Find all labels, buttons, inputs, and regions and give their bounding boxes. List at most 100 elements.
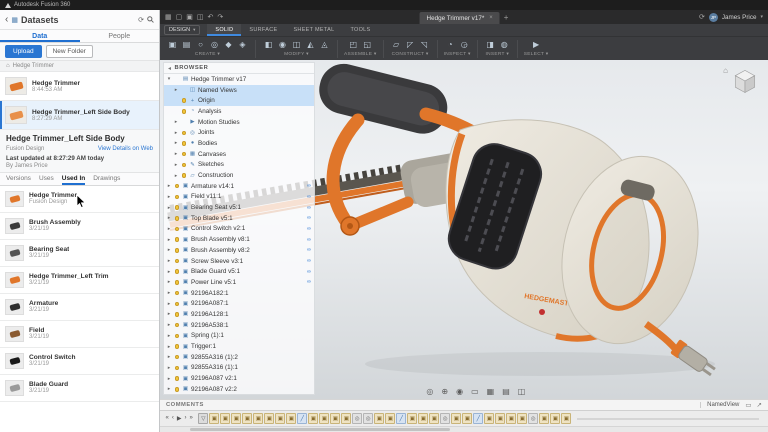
timeline-feature-icon[interactable]: ▣ xyxy=(462,413,472,424)
timeline-feature-icon[interactable]: ▣ xyxy=(495,413,505,424)
create-form-icon[interactable]: ◆ xyxy=(222,38,235,51)
insert-mesh-icon[interactable]: ◨ xyxy=(484,38,497,51)
timeline-track[interactable] xyxy=(577,418,759,420)
timeline-feature-icon[interactable]: ▣ xyxy=(286,413,296,424)
timeline-feature-icon[interactable]: ▣ xyxy=(209,413,219,424)
timeline-feature-icon[interactable]: ◎ xyxy=(352,413,362,424)
visibility-bulb-icon[interactable] xyxy=(182,152,187,157)
visibility-bulb-icon[interactable] xyxy=(175,312,180,317)
used-in-item[interactable]: Armature3/21/19 xyxy=(0,294,159,321)
fit-icon[interactable]: ▭ xyxy=(471,388,479,396)
expand-arrow-icon[interactable]: ▸ xyxy=(166,322,172,328)
expand-arrow-icon[interactable]: ▸ xyxy=(173,119,179,125)
detail-tab-versions[interactable]: Versions xyxy=(6,173,31,185)
expand-arrow-icon[interactable]: ▸ xyxy=(166,376,172,382)
browser-tree-row[interactable]: ▸▣92196A538:1 xyxy=(164,320,314,331)
orbit-icon[interactable]: ◎ xyxy=(426,388,433,396)
expand-arrow-icon[interactable]: ▸ xyxy=(166,258,172,264)
grid-settings-icon[interactable]: ▤ xyxy=(502,388,510,396)
expand-arrow-icon[interactable]: ▸ xyxy=(166,194,172,200)
undo-icon[interactable]: ↶ xyxy=(208,14,214,21)
new-folder-button[interactable]: New Folder xyxy=(46,45,93,58)
browser-tree-row[interactable]: ▸▣Screw Sleeve v3:1∞ xyxy=(164,256,314,267)
section-analysis-icon[interactable]: ◶ xyxy=(458,38,471,51)
timeline-feature-icon[interactable]: ▣ xyxy=(451,413,461,424)
expand-arrow-icon[interactable]: ▸ xyxy=(173,151,179,157)
expand-icon[interactable]: ↗ xyxy=(757,401,762,409)
save-icon[interactable]: ◫ xyxy=(197,14,204,21)
timeline-feature-icon[interactable]: ▣ xyxy=(319,413,329,424)
expand-arrow-icon[interactable]: ▸ xyxy=(166,354,172,360)
create-box-icon[interactable]: ▤ xyxy=(180,38,193,51)
document-tab[interactable]: Hedge Trimmer v17* × xyxy=(420,12,500,24)
visibility-bulb-icon[interactable] xyxy=(175,376,180,381)
timeline-feature-icon[interactable]: ▣ xyxy=(330,413,340,424)
browser-tree-row[interactable]: ▸▣Field v11:1∞ xyxy=(164,192,314,203)
ribbon-group-label[interactable]: MODIFY ▾ xyxy=(284,52,309,57)
viewcube[interactable]: ⌂ xyxy=(723,66,760,96)
timeline-feature-icon[interactable]: ▣ xyxy=(506,413,516,424)
expand-arrow-icon[interactable]: ▸ xyxy=(166,301,172,307)
used-in-item[interactable]: Blade Guard3/21/19 xyxy=(0,375,159,402)
visibility-bulb-icon[interactable] xyxy=(182,131,187,136)
visibility-bulb-icon[interactable] xyxy=(175,302,180,307)
ribbon-group-label[interactable]: INSERT ▾ xyxy=(485,52,509,57)
shell-icon[interactable]: ◫ xyxy=(290,38,303,51)
expand-arrow-icon[interactable]: ▸ xyxy=(166,290,172,296)
visibility-bulb-icon[interactable] xyxy=(175,205,180,210)
visibility-bulb-icon[interactable] xyxy=(175,323,180,328)
ribbon-group-label[interactable]: ASSEMBLE ▾ xyxy=(344,52,377,57)
axis-icon[interactable]: ◸ xyxy=(404,38,417,51)
visibility-bulb-icon[interactable] xyxy=(175,259,180,264)
redo-icon[interactable]: ↷ xyxy=(217,14,223,21)
point-icon[interactable]: ◹ xyxy=(418,38,431,51)
timeline-feature-icon[interactable]: ▽ xyxy=(198,413,208,424)
combine-icon[interactable]: ◭ xyxy=(304,38,317,51)
expand-arrow-icon[interactable]: ▸ xyxy=(166,247,172,253)
timeline-feature-icon[interactable]: ▣ xyxy=(561,413,571,424)
go-to-end-icon[interactable]: » xyxy=(188,415,194,422)
file-new-icon[interactable]: ▢ xyxy=(176,14,183,21)
timeline-feature-icon[interactable]: ▣ xyxy=(517,413,527,424)
dataset-item[interactable]: Hedge Trimmer_Left Side Body8:27:29 AM xyxy=(0,101,159,130)
new-component-icon[interactable]: ▣ xyxy=(166,38,179,51)
tab-people[interactable]: People xyxy=(80,30,160,42)
avatar[interactable]: JP xyxy=(709,13,718,22)
expand-arrow-icon[interactable]: ▸ xyxy=(166,226,172,232)
timeline-feature-icon[interactable]: ╱ xyxy=(473,413,483,424)
visibility-bulb-icon[interactable] xyxy=(175,195,180,200)
used-in-item[interactable]: Brush Assembly3/21/19 xyxy=(0,213,159,240)
visibility-bulb-icon[interactable] xyxy=(182,98,187,103)
visibility-bulb-icon[interactable] xyxy=(182,109,187,114)
search-icon[interactable] xyxy=(147,16,154,23)
joint-icon[interactable]: ◱ xyxy=(361,38,374,51)
timeline-feature-icon[interactable]: ▣ xyxy=(374,413,384,424)
tab-data[interactable]: Data xyxy=(0,30,80,42)
expand-arrow-icon[interactable]: ▸ xyxy=(166,279,172,285)
browser-tree-row[interactable]: ▸▣Control Switch v2:1∞ xyxy=(164,224,314,235)
expand-arrow-icon[interactable]: ▸ xyxy=(166,311,172,317)
dataset-item[interactable]: Hedge Trimmer8:44:53 AM xyxy=(0,72,159,101)
design-dropdown[interactable]: DESIGN ▾ xyxy=(164,25,200,35)
used-in-item[interactable]: Bearing Seat3/21/19 xyxy=(0,240,159,267)
visibility-bulb-icon[interactable] xyxy=(175,269,180,274)
browser-tree-row[interactable]: ▸▣92855A316 (1):2 xyxy=(164,352,314,363)
browser-tree-row[interactable]: ▸▣92855A316 (1):1 xyxy=(164,363,314,374)
expand-arrow-icon[interactable]: ▸ xyxy=(166,205,172,211)
timeline-feature-icon[interactable]: ▣ xyxy=(264,413,274,424)
visibility-bulb-icon[interactable] xyxy=(175,227,180,232)
chevron-down-icon[interactable]: ▾ xyxy=(760,14,763,20)
expand-arrow-icon[interactable]: ▸ xyxy=(173,162,179,168)
visibility-bulb-icon[interactable] xyxy=(175,355,180,360)
detail-tab-uses[interactable]: Uses xyxy=(39,173,54,185)
assemble-component-icon[interactable]: ◰ xyxy=(347,38,360,51)
timeline-feature-icon[interactable]: ╱ xyxy=(396,413,406,424)
view-details-link[interactable]: View Details on Web xyxy=(98,146,153,152)
browser-tree-row[interactable]: ▸▣Power Line v5:1∞ xyxy=(164,277,314,288)
timeline-feature-icon[interactable]: ▣ xyxy=(550,413,560,424)
browser-tree-row[interactable]: ▾▤Hedge Trimmer v17 xyxy=(164,74,314,85)
used-in-item[interactable]: Field3/21/19 xyxy=(0,321,159,348)
timeline-feature-icon[interactable]: ◎ xyxy=(528,413,538,424)
horizontal-scrollbar[interactable] xyxy=(160,426,768,432)
timeline-feature-icon[interactable]: ▣ xyxy=(407,413,417,424)
